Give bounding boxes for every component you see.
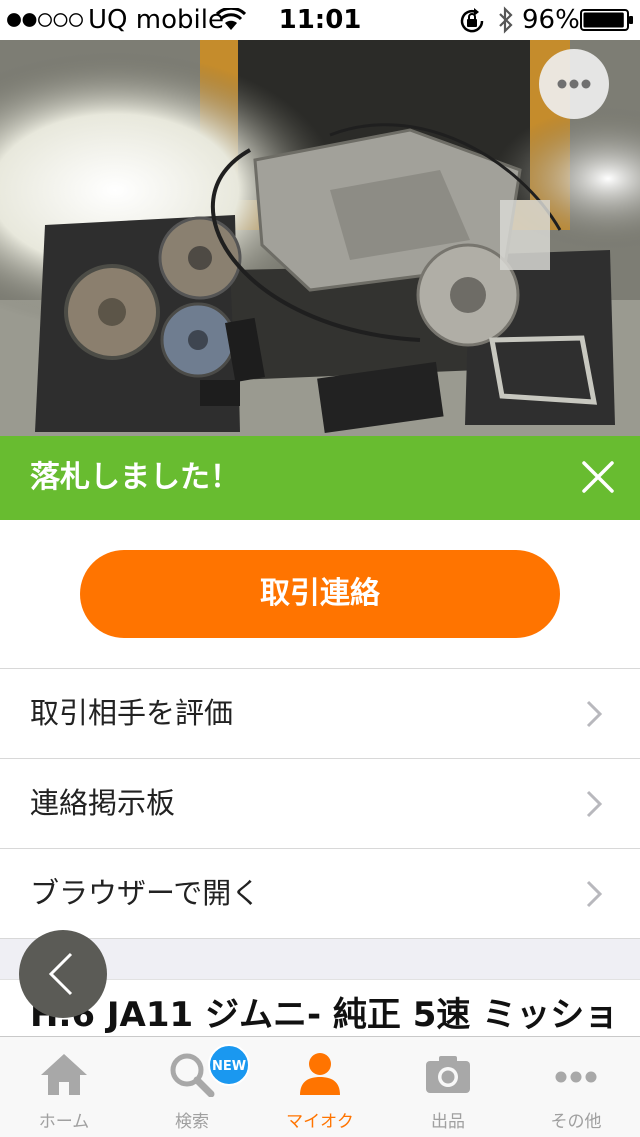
home-icon (41, 1054, 87, 1095)
chevron-left-icon (48, 952, 73, 996)
tab-label: マイオク (286, 1112, 354, 1132)
more-icon (555, 1071, 597, 1083)
tab-label: 検索 (175, 1112, 209, 1132)
close-icon[interactable] (581, 460, 615, 494)
person-icon (300, 1053, 340, 1095)
tab-label: その他 (550, 1112, 602, 1132)
camera-icon (426, 1056, 470, 1093)
result-banner: 落札しました！ (0, 436, 640, 520)
new-badge: NEW (208, 1044, 250, 1086)
item-title: H.6 JA11 ジムニ- 純正 5速 ミッショ (30, 995, 619, 1035)
transaction-contact-button[interactable]: 取引連絡 (80, 550, 560, 638)
rotation-lock-icon (460, 8, 484, 33)
banner-message: 落札しました！ (30, 460, 240, 495)
chevron-right-icon (586, 790, 603, 818)
tab-other[interactable]: その他 (512, 1037, 640, 1137)
menu-item-message-board[interactable]: 連絡掲示板 (0, 758, 640, 848)
tab-label: ホーム (38, 1112, 90, 1132)
menu-item-open-browser[interactable]: ブラウザーで開く (0, 848, 640, 938)
tab-sell[interactable]: 出品 (384, 1037, 512, 1137)
menu-item-rate-partner[interactable]: 取引相手を評価 (0, 668, 640, 758)
battery-icon (580, 9, 633, 31)
tab-my-auction[interactable]: マイオク (256, 1037, 384, 1137)
status-bar: UQ mobile 11:01 96% (0, 0, 640, 40)
menu-item-label: 連絡掲示板 (30, 786, 176, 820)
more-horizontal-icon (557, 79, 591, 89)
menu-item-label: 取引相手を評価 (30, 696, 234, 730)
tab-bar: ホーム 検索 マイオク 出品 その他 (0, 1036, 640, 1137)
tab-home[interactable]: ホーム (0, 1037, 128, 1137)
bluetooth-icon (499, 6, 513, 34)
tab-label: 出品 (431, 1112, 465, 1132)
more-options-button[interactable] (539, 49, 609, 119)
chevron-right-icon (586, 880, 603, 908)
menu-item-label: ブラウザーで開く (30, 876, 261, 910)
chevron-right-icon (586, 700, 603, 728)
battery-percent: 96% (522, 5, 580, 35)
back-button[interactable] (19, 930, 107, 1018)
